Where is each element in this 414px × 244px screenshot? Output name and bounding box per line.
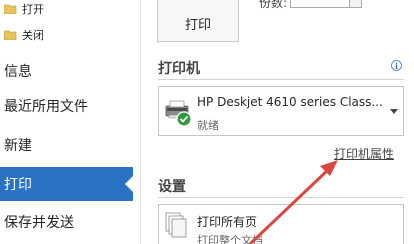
nav-close-label: 关闭 [22,29,44,42]
nav-close[interactable]: 关闭 [0,24,133,46]
copies-input[interactable] [290,0,350,8]
printer-section-title: 打印机 [158,61,200,77]
printer-status: 就绪 [197,119,219,132]
nav-print[interactable]: 打印 [0,167,133,201]
nav-recent-label: 最近所用文件 [4,99,88,115]
print-range-sub: 打印整个文档 [197,234,263,244]
settings-section-rule [158,197,404,198]
backstage-nav: 打开 关闭 信息 最近所用文件 新建 打印 保存并发送 [0,0,133,244]
nav-open-label: 打开 [22,3,44,16]
nav-info[interactable]: 信息 [0,54,133,88]
open-folder-icon [4,4,17,14]
nav-info-label: 信息 [4,64,32,80]
print-range-dropdown[interactable]: 打印所有页 打印整个文档 [158,204,404,244]
printer-name: HP Deskjet 4610 series Class... [197,95,383,109]
nav-save-send-label: 保存并发送 [4,215,74,231]
close-folder-icon [4,30,17,40]
print-button[interactable]: 打印 [157,0,239,42]
printer-dropdown[interactable]: HP Deskjet 4610 series Class... 就绪 [158,86,404,136]
info-icon[interactable]: i [391,60,402,71]
printer-section-rule [158,79,404,80]
copies-spinner[interactable] [350,0,362,8]
print-range-label: 打印所有页 [197,215,258,229]
nav-print-label: 打印 [4,177,32,193]
nav-save-send[interactable]: 保存并发送 [0,205,133,239]
print-button-label: 打印 [184,18,211,33]
copies-label: 份数: [259,0,288,10]
chevron-down-icon [390,109,398,114]
nav-new-label: 新建 [4,138,32,154]
print-panel: 打印 份数: 打印机 i HP Deskjet 4610 series Clas… [141,0,414,244]
nav-new[interactable]: 新建 [0,128,133,162]
nav-open[interactable]: 打开 [0,0,133,20]
pages-icon [165,212,187,238]
nav-recent[interactable]: 最近所用文件 [0,89,133,123]
settings-section-title: 设置 [158,179,186,195]
printer-properties-link[interactable]: 打印机属性 [334,145,394,162]
printer-icon [165,100,192,127]
